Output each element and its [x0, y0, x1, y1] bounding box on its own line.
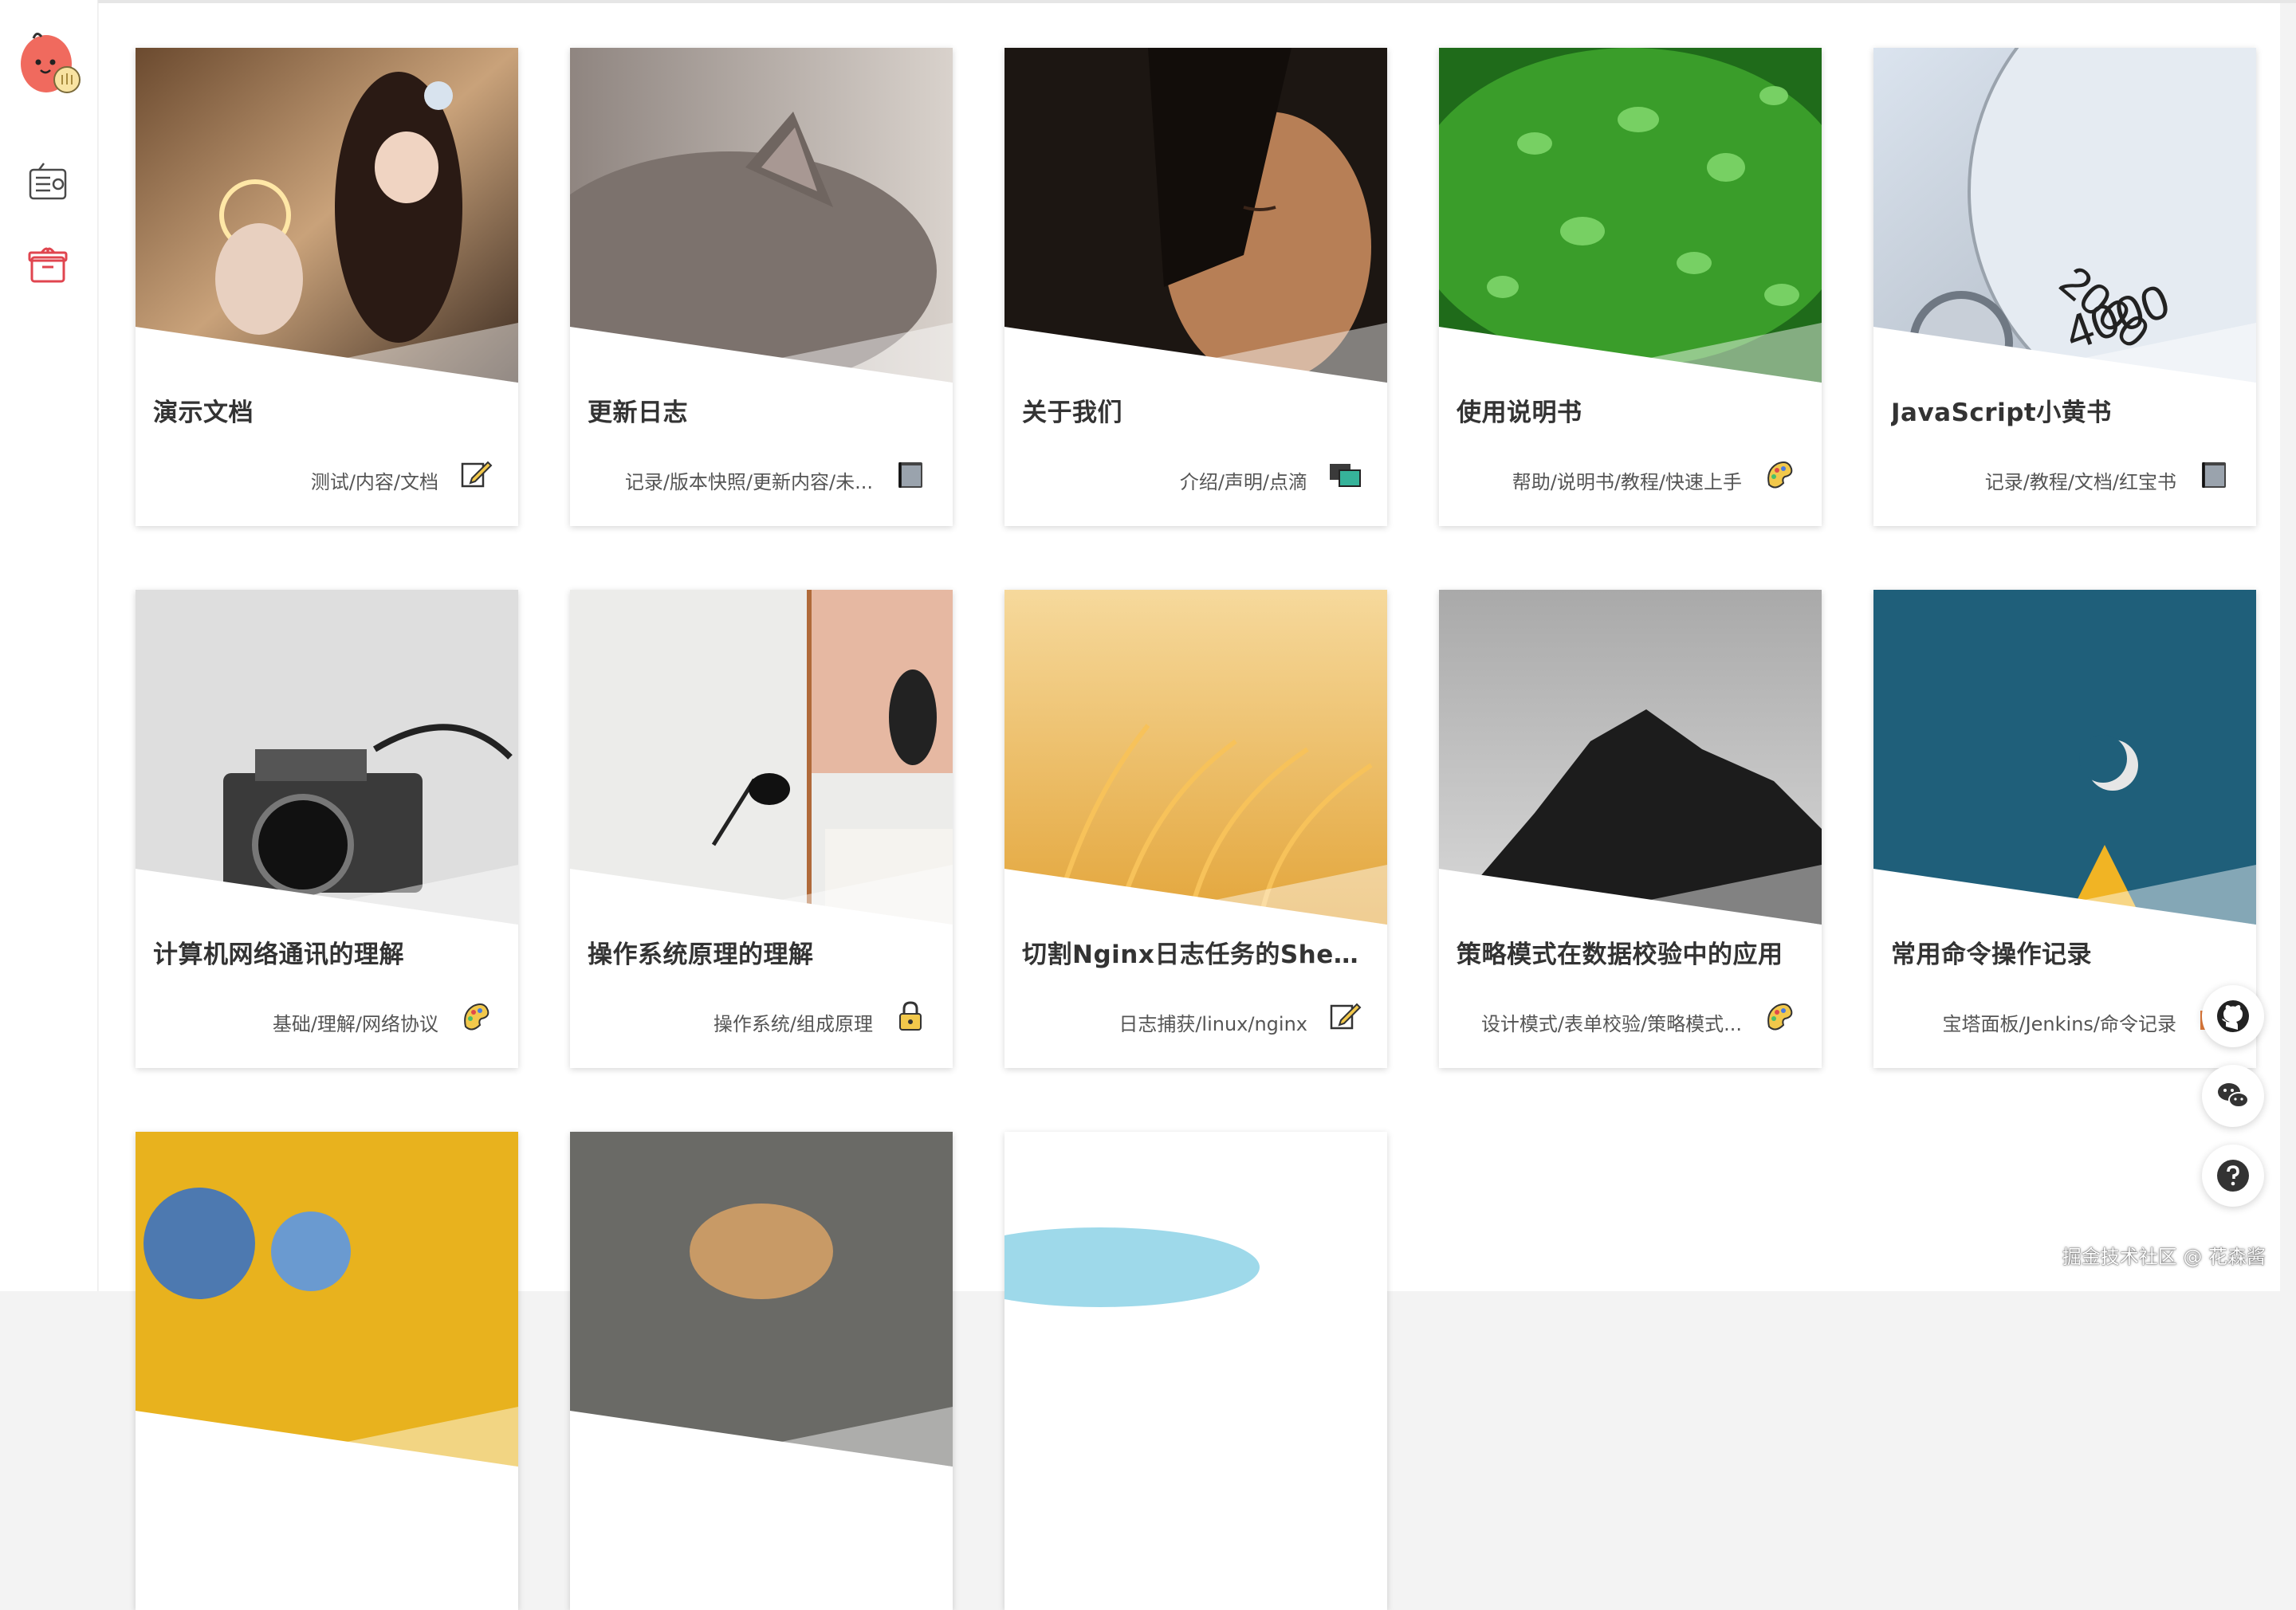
watermark: 掘金技术社区 @ 花森酱 [2062, 1246, 2266, 1268]
screens-icon [1328, 457, 1362, 491]
palette-icon [459, 999, 493, 1033]
book-icon [2197, 457, 2231, 491]
article-card[interactable] [136, 1132, 518, 1610]
card-tags: 设计模式/表单校验/策略模式... [1480, 1013, 1742, 1035]
github-icon [2217, 1000, 2249, 1032]
card-tags: 宝塔面板/Jenkins/命令记录 [1942, 1013, 2176, 1035]
sidebar [0, 0, 98, 1291]
wechat-button[interactable] [2202, 1065, 2264, 1127]
card-cover-image [570, 48, 953, 383]
card-tags: 操作系统/组成原理 [713, 1013, 873, 1035]
card-tags: 介绍/声明/点滴 [1179, 471, 1307, 493]
article-card[interactable] [570, 1132, 953, 1610]
card-tags: 测试/内容/文档 [310, 471, 438, 493]
article-card[interactable]: 更新日志记录/版本快照/更新内容/未... [570, 48, 953, 526]
palette-icon [1763, 457, 1796, 491]
card-title: 常用命令操作记录 [1891, 940, 2092, 969]
card-title: 关于我们 [1022, 399, 1122, 427]
card-cover-image [1005, 1132, 1387, 1467]
card-title: 操作系统原理的理解 [588, 940, 814, 969]
card-title: 演示文档 [153, 399, 254, 427]
card-title: 策略模式在数据校验中的应用 [1457, 940, 1783, 969]
card-cover-image [136, 590, 518, 925]
article-card[interactable] [1005, 1132, 1387, 1610]
card-title: 更新日志 [588, 399, 688, 427]
article-card[interactable]: 使用说明书帮助/说明书/教程/快速上手 [1439, 48, 1822, 526]
article-card[interactable]: 关于我们介绍/声明/点滴 [1005, 48, 1387, 526]
help-icon [2217, 1160, 2249, 1192]
card-title: 使用说明书 [1457, 399, 1582, 427]
card-cover-image: 4000 2000 [1873, 48, 2256, 383]
card-title: 计算机网络通讯的理解 [153, 940, 404, 969]
book-icon [894, 457, 927, 491]
wechat-icon [2218, 1083, 2249, 1108]
radio-icon[interactable] [24, 158, 72, 206]
github-button[interactable] [2202, 985, 2264, 1047]
edit-icon [1328, 999, 1362, 1033]
article-card[interactable]: 常用命令操作记录宝塔面板/Jenkins/命令记录 [1873, 590, 2256, 1068]
card-cover-image [1005, 48, 1387, 383]
article-card[interactable]: 切割Nginx日志任务的Shell... 日志捕获/linux/nginx [1005, 590, 1387, 1068]
card-tags: 帮助/说明书/教程/快速上手 [1512, 471, 1742, 493]
card-title: 切割Nginx日志任务的Shell... [1022, 940, 1365, 969]
card-cover-image [1439, 48, 1822, 383]
card-cover-image [570, 1132, 953, 1467]
help-button[interactable] [2202, 1145, 2264, 1207]
card-cover-image [1873, 590, 2256, 925]
edit-icon [459, 457, 493, 491]
card-tags: 基础/理解/网络协议 [272, 1013, 438, 1035]
card-cover-image [136, 1132, 518, 1467]
card-cover-image [1005, 590, 1387, 925]
article-card[interactable]: 操作系统原理的理解操作系统/组成原理 [570, 590, 953, 1068]
card-tags: 日志捕获/linux/nginx [1119, 1013, 1307, 1035]
card-cover-image [1439, 590, 1822, 925]
gift-box-icon[interactable] [24, 241, 72, 289]
card-cover-image [570, 590, 953, 925]
card-title: JavaScript小黄书 [1891, 399, 2112, 427]
article-card[interactable]: 演示文档测试/内容/文档 [136, 48, 518, 526]
card-tags: 记录/版本快照/更新内容/未... [624, 471, 873, 493]
lock-icon [894, 999, 927, 1033]
card-cover-image [136, 48, 518, 383]
palette-icon [1763, 999, 1796, 1033]
card-tags: 记录/教程/文档/红宝书 [1984, 471, 2176, 493]
article-card[interactable]: 计算机网络通讯的理解基础/理解/网络协议 [136, 590, 518, 1068]
article-card[interactable]: 策略模式在数据校验中的应用设计模式/表单校验/策略模式... [1439, 590, 1822, 1068]
article-card[interactable]: 4000 2000 JavaScript小黄书记录/教程/文档/红宝书 [1873, 48, 2256, 526]
logo-mascot-icon[interactable] [16, 29, 85, 97]
